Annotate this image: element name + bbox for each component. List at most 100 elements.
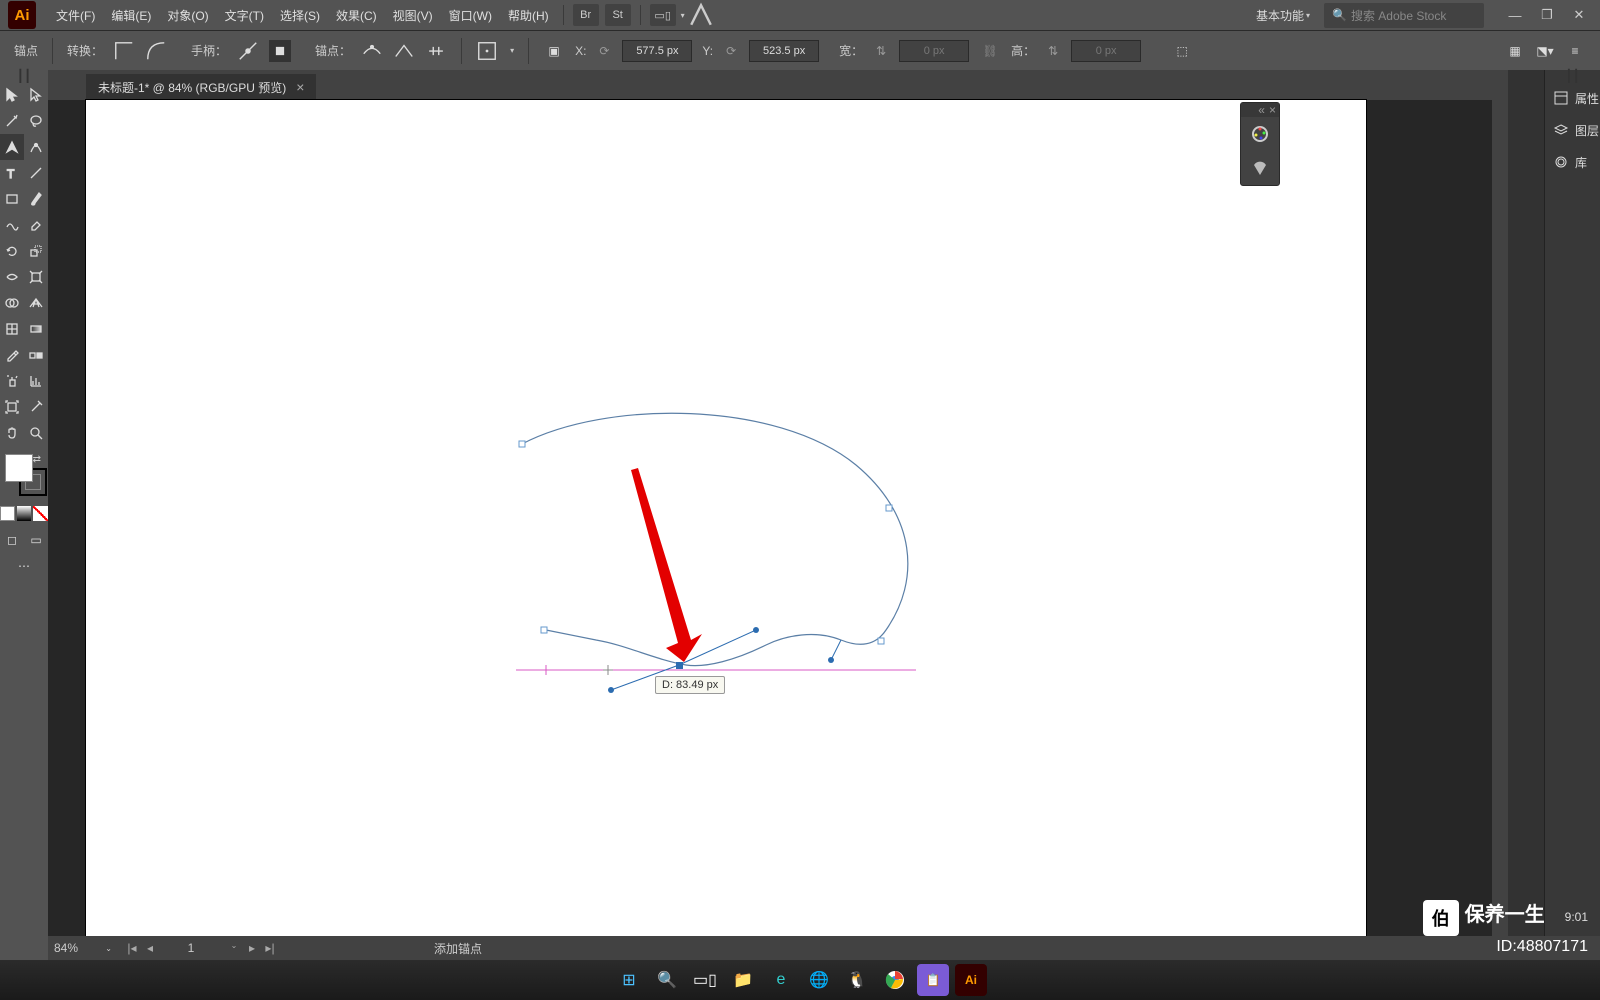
wh-link-icon[interactable]: ⇅ [1045,43,1061,59]
align-ref-icon[interactable] [476,40,498,62]
eyedropper-tool[interactable] [0,342,24,368]
zoom-tool[interactable] [24,420,48,446]
first-artboard[interactable]: |◂ [124,941,140,955]
shape-prop-icon[interactable]: ⬚ [1171,40,1193,62]
canvas[interactable]: D: 83.49 px «× [86,100,1492,944]
collapse-icon[interactable]: « [1258,103,1265,117]
menu-type[interactable]: 文字(T) [217,7,272,24]
app-icon-1[interactable]: 🌐 [803,964,835,996]
gpu-icon[interactable] [688,4,714,26]
menu-window[interactable]: 窗口(W) [441,7,500,24]
handle-hide-icon[interactable] [269,40,291,62]
menu-help[interactable]: 帮助(H) [500,7,557,24]
start-button[interactable]: ⊞ [613,964,645,996]
artboard-number[interactable]: 1 [164,941,218,955]
menu-view[interactable]: 视图(V) [385,7,441,24]
scale-tool[interactable] [24,238,48,264]
isolate-icon[interactable]: ▣ [543,40,565,62]
connect-anchor-icon[interactable] [393,40,415,62]
remove-anchor-icon[interactable] [361,40,383,62]
floating-color-dock[interactable]: «× [1240,102,1280,186]
width-tool[interactable] [0,264,24,290]
eraser-tool[interactable] [24,212,48,238]
constrain-icon[interactable]: ⛓ [979,40,1001,62]
slice-tool[interactable] [24,394,48,420]
gradient-mode[interactable] [17,506,32,521]
x-input[interactable] [622,40,692,62]
zoom-dropdown[interactable]: 84%⌄ [48,941,118,955]
color-guide-icon[interactable] [1241,151,1279,185]
panel-grip[interactable]: ┃┃ [1545,70,1600,82]
line-tool[interactable] [24,160,48,186]
direct-selection-tool[interactable] [24,82,48,108]
panel-libraries[interactable]: 库 [1545,146,1600,178]
rectangle-tool[interactable] [0,186,24,212]
menu-object[interactable]: 对象(O) [159,7,216,24]
prev-artboard[interactable]: ◂ [142,941,158,955]
xy-stepper-icon[interactable]: ⟳ [723,43,739,59]
vertical-scrollbar[interactable] [1492,100,1508,944]
app-icon-2[interactable]: 🐧 [841,964,873,996]
edge-browser[interactable]: e [765,964,797,996]
shape-builder-tool[interactable] [0,290,24,316]
gradient-tool[interactable] [24,316,48,342]
magic-wand-tool[interactable] [0,108,24,134]
search-stock[interactable]: 🔍 搜索 Adobe Stock [1324,3,1484,28]
bridge-icon[interactable]: Br [573,4,599,26]
chrome-browser[interactable] [879,964,911,996]
fill-stroke-swatches[interactable]: ⇄ [5,454,43,498]
blend-tool[interactable] [24,342,48,368]
transform-panel-icon[interactable]: ⬔▾ [1534,40,1556,62]
free-transform-tool[interactable] [24,264,48,290]
toolbox-grip[interactable]: ┃┃ [0,70,48,82]
file-explorer[interactable]: 📁 [727,964,759,996]
rotate-tool[interactable] [0,238,24,264]
arrange-icon[interactable]: ▭▯ [650,4,676,26]
task-view[interactable]: ▭▯ [689,964,721,996]
convert-smooth-icon[interactable] [145,40,167,62]
window-minimize[interactable]: ― [1502,6,1528,24]
selection-tool[interactable] [0,82,24,108]
stock-icon[interactable]: St [605,4,631,26]
paintbrush-tool[interactable] [24,186,48,212]
graph-tool[interactable] [24,368,48,394]
panel-properties[interactable]: 属性 [1545,82,1600,114]
xy-stepper-icon[interactable]: ⟳ [596,43,612,59]
shaper-tool[interactable] [0,212,24,238]
artboard-tool[interactable] [0,394,24,420]
color-mode[interactable] [0,506,15,521]
window-restore[interactable]: ❐ [1534,6,1560,24]
last-artboard[interactable]: ▸| [262,941,278,955]
handle-show-icon[interactable] [237,40,259,62]
document-tab[interactable]: 未标题-1* @ 84% (RGB/GPU 预览) × [86,74,316,100]
curvature-tool[interactable] [24,134,48,160]
close-tab-icon[interactable]: × [296,79,304,95]
wh-link-icon[interactable]: ⇅ [873,43,889,59]
options-icon[interactable]: ≡ [1564,40,1586,62]
edit-toolbar[interactable]: ⋯ [0,553,48,579]
menu-select[interactable]: 选择(S) [272,7,328,24]
perspective-grid-tool[interactable] [24,290,48,316]
cut-path-icon[interactable] [425,40,447,62]
none-mode[interactable] [33,506,48,521]
lasso-tool[interactable] [24,108,48,134]
mesh-tool[interactable] [0,316,24,342]
convert-corner-icon[interactable] [113,40,135,62]
illustrator-taskbar[interactable]: Ai [955,964,987,996]
artboard[interactable]: D: 83.49 px [86,100,1366,950]
close-icon[interactable]: × [1269,103,1276,117]
search-taskbar[interactable]: 🔍 [651,964,683,996]
pen-tool[interactable] [0,134,24,160]
menu-edit[interactable]: 编辑(E) [103,7,159,24]
menu-effect[interactable]: 效果(C) [328,7,385,24]
window-close[interactable]: ✕ [1566,6,1592,24]
next-artboard[interactable]: ▸ [244,941,260,955]
menu-file[interactable]: 文件(F) [48,7,103,24]
align-panel-icon[interactable]: ▦ [1504,40,1526,62]
symbol-sprayer-tool[interactable] [0,368,24,394]
app-icon-3[interactable]: 📋 [917,964,949,996]
panel-layers[interactable]: 图层 [1545,114,1600,146]
draw-normal[interactable]: ◻ [0,527,24,553]
y-input[interactable] [749,40,819,62]
type-tool[interactable]: T [0,160,24,186]
